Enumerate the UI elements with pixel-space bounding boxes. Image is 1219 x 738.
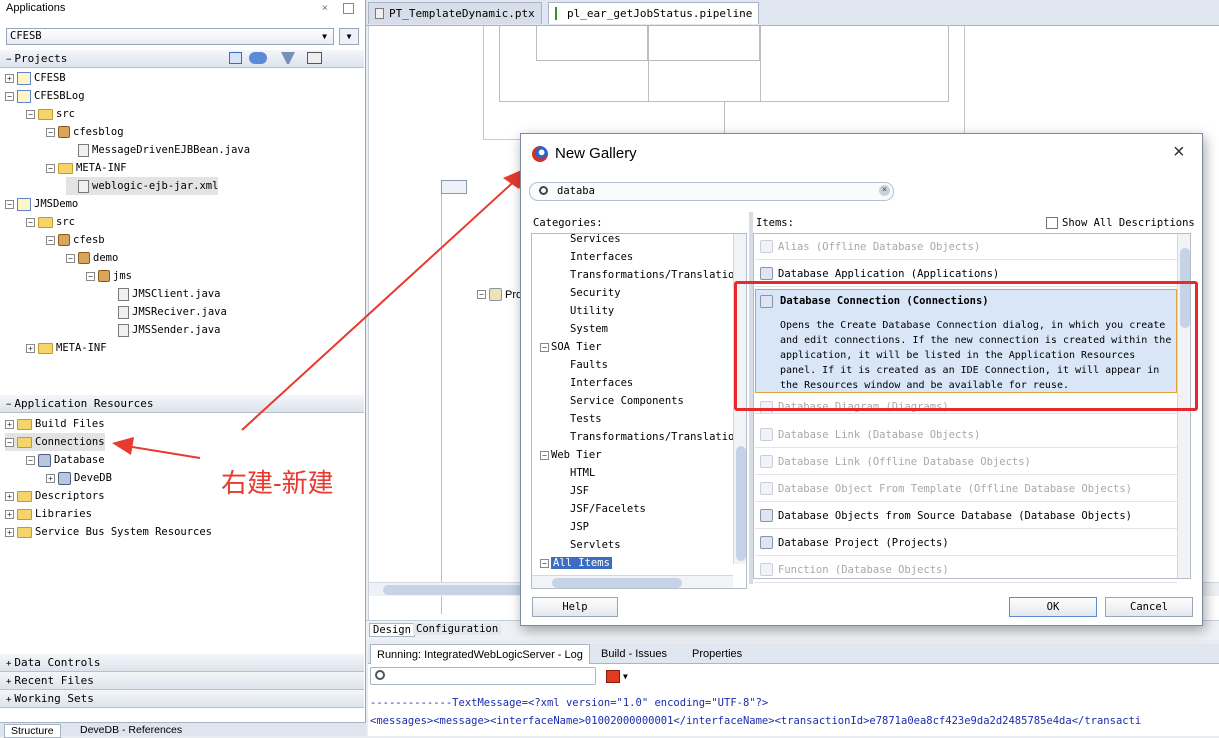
cancel-button[interactable]: Cancel: [1105, 597, 1193, 617]
gallery-item-icon: [760, 455, 773, 468]
category-label: HTML: [570, 467, 596, 479]
gallery-item-label: Database Application (Applications): [778, 267, 1000, 280]
annotation-arrow-line: [125, 445, 201, 459]
gallery-item-icon: [760, 536, 773, 549]
category-item[interactable]: HTML: [570, 464, 595, 482]
expand-toggle-icon[interactable]: −: [540, 451, 549, 460]
gallery-item[interactable]: Function (Database Objects): [755, 557, 1177, 583]
category-label: Services: [570, 233, 621, 245]
gallery-item-label: Alias (Offline Database Objects): [778, 240, 981, 253]
clear-icon[interactable]: ×: [879, 185, 890, 196]
annotation-highlight-box: [734, 281, 1198, 411]
category-label: JSF: [570, 485, 589, 497]
category-label: Interfaces: [570, 377, 634, 389]
category-item[interactable]: − All Items: [540, 554, 612, 572]
jdeveloper-icon: [532, 146, 548, 162]
gallery-item-icon: [760, 563, 773, 576]
gallery-item[interactable]: Database Link (Database Objects): [755, 422, 1177, 448]
category-label: Utility: [570, 305, 615, 317]
category-label: Interfaces: [570, 251, 634, 263]
category-label: Transformations/Translation: [570, 269, 741, 281]
category-label: Faults: [570, 359, 608, 371]
gallery-item-icon: [760, 240, 773, 253]
category-item[interactable]: Servlets: [570, 536, 621, 554]
gallery-item[interactable]: Database Project (Projects): [755, 530, 1177, 556]
category-item[interactable]: Interfaces: [570, 374, 633, 392]
category-item[interactable]: Service Components: [570, 392, 684, 410]
category-item[interactable]: − Web Tier: [540, 446, 602, 464]
annotation-arrow-line: [241, 175, 521, 431]
category-item[interactable]: JSF: [570, 482, 589, 500]
category-label: Web Tier: [551, 449, 602, 461]
category-label: JSP: [570, 521, 589, 533]
category-label: System: [570, 323, 608, 335]
category-item[interactable]: JSF/Facelets: [570, 500, 646, 518]
show-all-label: Show All Descriptions: [1062, 217, 1195, 229]
close-icon[interactable]: ×: [1173, 141, 1185, 164]
gallery-item[interactable]: Alias (Offline Database Objects): [755, 234, 1177, 260]
category-item[interactable]: Tests: [570, 410, 602, 428]
help-button[interactable]: Help: [532, 597, 618, 617]
category-item[interactable]: Utility: [570, 302, 614, 320]
gallery-item[interactable]: Database Object From Template (Offline D…: [755, 476, 1177, 502]
category-label: Security: [570, 287, 621, 299]
categories-label: Categories:: [533, 217, 603, 229]
gallery-item[interactable]: Database Objects from Source Database (D…: [755, 503, 1177, 529]
annotation-arrowhead: [112, 437, 134, 455]
gallery-item-icon: [760, 509, 773, 522]
search-icon: [539, 186, 548, 195]
show-all-checkbox[interactable]: [1046, 217, 1058, 229]
category-label: SOA Tier: [551, 341, 602, 353]
category-item[interactable]: Security: [570, 284, 621, 302]
ok-button[interactable]: OK: [1009, 597, 1097, 617]
category-item[interactable]: Interfaces: [570, 248, 633, 266]
horizontal-scrollbar[interactable]: [532, 575, 733, 588]
category-item[interactable]: Services: [570, 233, 621, 248]
gallery-item[interactable]: Database Link (Offline Database Objects): [755, 449, 1177, 475]
items-label: Items:: [756, 217, 794, 229]
category-item[interactable]: Faults: [570, 356, 608, 374]
gallery-item-label: Database Project (Projects): [778, 536, 949, 549]
category-item[interactable]: Transformations/Translation: [570, 266, 741, 284]
expand-toggle-icon[interactable]: −: [540, 343, 549, 352]
gallery-item-icon: [760, 267, 773, 280]
category-item[interactable]: Transformations/Translation: [570, 428, 741, 446]
search-value: databa: [557, 185, 595, 197]
annotation-text: 右建-新建: [221, 468, 334, 498]
category-label: Servlets: [570, 539, 621, 551]
gallery-item-label: Database Link (Offline Database Objects): [778, 455, 1031, 468]
gallery-item-label: Database Object From Template (Offline D…: [778, 482, 1133, 495]
category-label: JSF/Facelets: [570, 503, 646, 515]
search-input[interactable]: databa ×: [529, 182, 894, 201]
gallery-item-label: Database Objects from Source Database (D…: [778, 509, 1133, 522]
category-label: Transformations/Translation: [570, 431, 741, 443]
category-item[interactable]: JSP: [570, 518, 589, 536]
gallery-item-icon: [760, 428, 773, 441]
category-label: All Items: [551, 557, 612, 569]
gallery-item-label: Function (Database Objects): [778, 563, 949, 576]
category-label: Tests: [570, 413, 602, 425]
category-label: Service Components: [570, 395, 684, 407]
gallery-item-label: Database Link (Database Objects): [778, 428, 981, 441]
expand-toggle-icon[interactable]: −: [540, 559, 549, 568]
category-item[interactable]: − SOA Tier: [540, 338, 602, 356]
gallery-item-icon: [760, 482, 773, 495]
dialog-title: New Gallery: [555, 145, 637, 162]
categories-list[interactable]: Services Interfaces Transformations/Transl…: [531, 233, 747, 589]
category-item[interactable]: System: [570, 320, 608, 338]
